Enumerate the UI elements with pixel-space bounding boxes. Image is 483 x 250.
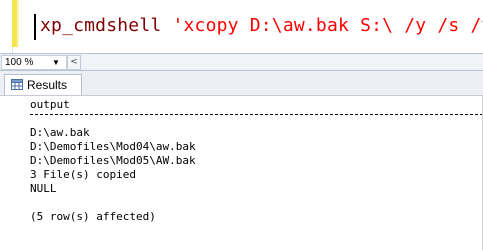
result-row: D:\aw.bak xyxy=(30,126,90,139)
chevron-left-icon[interactable]: < xyxy=(67,55,81,70)
zoom-select[interactable]: 100 % ▼ xyxy=(1,55,67,70)
result-row: 3 File(s) copied xyxy=(30,168,136,181)
zoom-value: 100 % xyxy=(5,57,34,68)
results-tab-strip: Results xyxy=(0,71,483,96)
header-divider xyxy=(30,114,483,115)
query-line[interactable]: xp_cmdshell 'xcopy D:\aw.bak S:\ /y /s /… xyxy=(40,13,483,39)
text-caret xyxy=(34,14,36,40)
result-row: D:\Demofiles\Mod04\aw.bak xyxy=(30,140,196,153)
query-editor[interactable]: xp_cmdshell 'xcopy D:\aw.bak S:\ /y /s /… xyxy=(0,0,483,53)
query-string: 'xcopy D:\aw.bak S:\ /y /s /v' xyxy=(172,15,483,36)
rows-affected-message: (5 row(s) affected) xyxy=(30,210,156,223)
chevron-down-icon[interactable]: ▼ xyxy=(52,56,60,69)
tab-results[interactable]: Results xyxy=(4,74,82,95)
column-header: output xyxy=(30,98,70,111)
change-marker-highlight xyxy=(17,0,19,47)
tab-results-label: Results xyxy=(27,78,68,92)
horizontal-scrollbar[interactable] xyxy=(82,55,483,69)
result-row: NULL xyxy=(30,182,57,195)
query-keyword: xp_cmdshell xyxy=(40,15,162,36)
grid-icon xyxy=(11,79,23,90)
results-pane[interactable]: output D:\aw.bak D:\Demofiles\Mod04\aw.b… xyxy=(0,96,483,250)
zoom-bar: 100 % ▼ < xyxy=(0,53,483,71)
result-row: D:\Demofiles\Mod05\AW.bak xyxy=(30,154,196,167)
